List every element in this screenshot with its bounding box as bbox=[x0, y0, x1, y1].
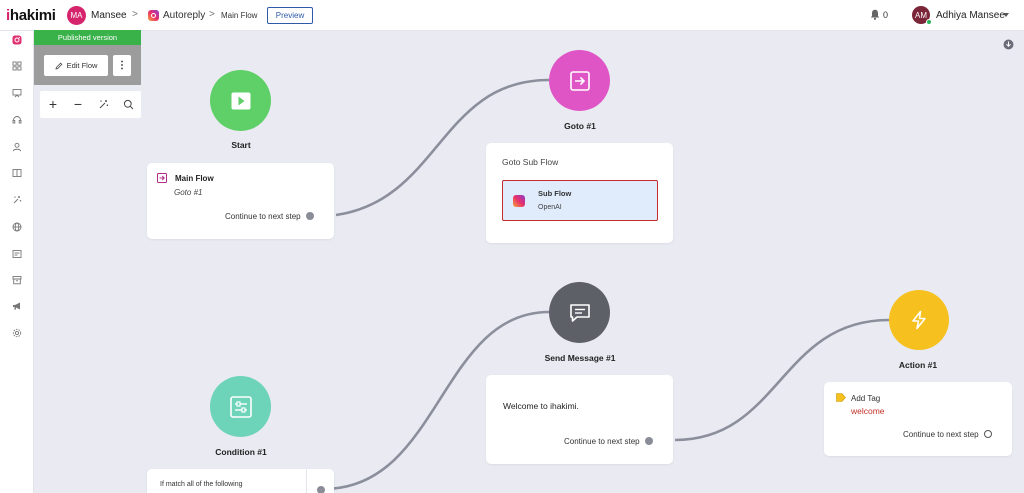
published-version-banner: Published version bbox=[34, 30, 141, 45]
send-message-card[interactable]: Welcome to ihakimi. Continue to next ste… bbox=[486, 375, 673, 464]
card-divider bbox=[306, 469, 307, 493]
goto-node-card[interactable]: Goto Sub Flow Sub Flow OpenAI bbox=[486, 143, 673, 243]
send-message-node[interactable] bbox=[549, 282, 610, 343]
goto-card-title: Goto Sub Flow bbox=[502, 157, 559, 167]
zoom-in-icon[interactable]: + bbox=[46, 96, 60, 112]
goto-icon bbox=[157, 173, 167, 183]
edit-panel: Published version Edit Flow ⋮ bbox=[34, 30, 141, 85]
condition-output-handle[interactable] bbox=[317, 486, 325, 493]
goto-arrow-icon bbox=[569, 70, 590, 91]
start-card-title: Main Flow bbox=[175, 174, 214, 183]
start-card-subtitle: Goto #1 bbox=[174, 188, 203, 197]
lightning-icon bbox=[912, 310, 926, 330]
zoom-out-icon[interactable]: − bbox=[71, 96, 85, 112]
goto-node[interactable] bbox=[549, 50, 610, 111]
message-text: Welcome to ihakimi. bbox=[503, 401, 579, 411]
start-node-card[interactable]: Main Flow Goto #1 Continue to next step bbox=[147, 163, 334, 239]
pencil-icon bbox=[55, 62, 62, 70]
condition-rule-text: If match all of the following bbox=[160, 481, 243, 488]
tag-icon bbox=[836, 393, 846, 402]
action-continue-label: Continue to next step bbox=[903, 430, 979, 439]
zoom-controls: + − bbox=[40, 91, 141, 118]
start-continue-label: Continue to next step bbox=[225, 212, 301, 221]
send-message-node-label: Send Message #1 bbox=[544, 353, 616, 363]
action-node-card[interactable]: Add Tag welcome Continue to next step bbox=[824, 382, 1012, 456]
condition-icon bbox=[229, 395, 252, 418]
search-icon[interactable] bbox=[121, 97, 135, 111]
edit-flow-label: Edit Flow bbox=[66, 61, 98, 70]
instagram-icon bbox=[513, 195, 525, 207]
condition-node[interactable] bbox=[210, 376, 271, 437]
subflow-item[interactable]: Sub Flow OpenAI bbox=[502, 180, 658, 221]
action-output-handle[interactable] bbox=[984, 430, 992, 438]
action-node-label: Action #1 bbox=[898, 360, 938, 370]
play-icon bbox=[231, 92, 250, 109]
condition-node-card[interactable]: If match all of the following bbox=[147, 469, 334, 493]
subflow-title: Sub Flow bbox=[538, 189, 572, 198]
send-message-continue-label: Continue to next step bbox=[564, 437, 640, 446]
send-message-output-handle[interactable] bbox=[645, 437, 653, 445]
subflow-subtitle: OpenAI bbox=[538, 204, 562, 211]
goto-node-label: Goto #1 bbox=[564, 121, 596, 131]
action-node[interactable] bbox=[889, 290, 949, 350]
start-node[interactable] bbox=[210, 70, 271, 131]
message-icon bbox=[569, 303, 590, 322]
action-title: Add Tag bbox=[851, 394, 881, 403]
auto-layout-icon[interactable] bbox=[96, 97, 110, 111]
edit-flow-button[interactable]: Edit Flow bbox=[44, 55, 108, 76]
tag-value: welcome bbox=[851, 406, 885, 416]
condition-node-label: Condition #1 bbox=[215, 447, 267, 457]
start-node-label: Start bbox=[231, 140, 251, 150]
start-output-handle[interactable] bbox=[306, 212, 314, 220]
more-options-icon[interactable]: ⋮ bbox=[113, 55, 131, 76]
download-icon[interactable] bbox=[1003, 39, 1014, 50]
